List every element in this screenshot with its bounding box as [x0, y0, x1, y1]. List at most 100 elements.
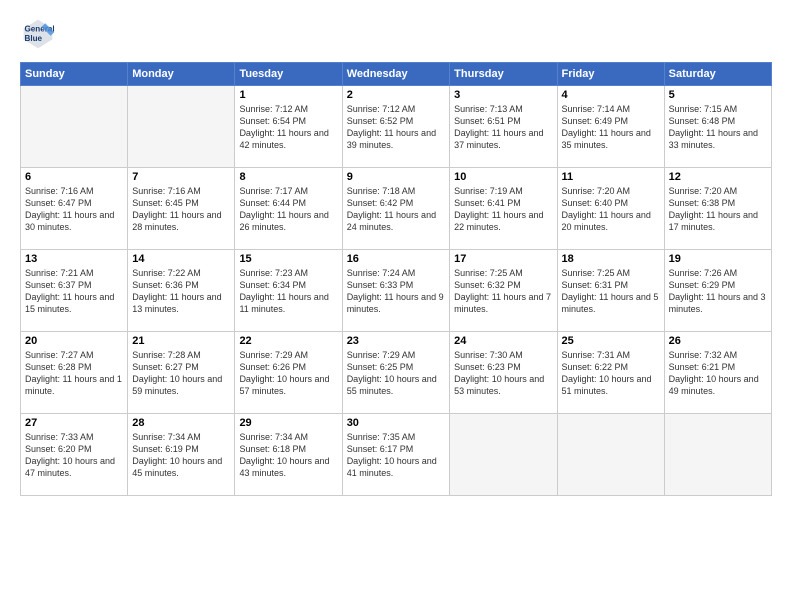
weekday-thursday: Thursday — [450, 63, 557, 86]
day-info: Sunrise: 7:17 AMSunset: 6:44 PMDaylight:… — [239, 185, 337, 234]
calendar-cell: 9 Sunrise: 7:18 AMSunset: 6:42 PMDaylight… — [342, 168, 449, 250]
day-number: 7 — [132, 171, 230, 183]
calendar-cell: 10 Sunrise: 7:19 AMSunset: 6:41 PMDayligh… — [450, 168, 557, 250]
weekday-saturday: Saturday — [664, 63, 771, 86]
day-number: 18 — [562, 253, 660, 265]
day-info: Sunrise: 7:30 AMSunset: 6:23 PMDaylight:… — [454, 349, 552, 398]
weekday-friday: Friday — [557, 63, 664, 86]
day-info: Sunrise: 7:29 AMSunset: 6:26 PMDaylight:… — [239, 349, 337, 398]
day-number: 29 — [239, 417, 337, 429]
weekday-sunday: Sunday — [21, 63, 128, 86]
day-info: Sunrise: 7:34 AMSunset: 6:19 PMDaylight:… — [132, 431, 230, 480]
calendar-cell: 29 Sunrise: 7:34 AMSunset: 6:18 PMDayligh… — [235, 414, 342, 496]
day-info: Sunrise: 7:28 AMSunset: 6:27 PMDaylight:… — [132, 349, 230, 398]
calendar-cell: 15Sunrise: 7:23 AMSunset: 6:34 PMDayligh… — [235, 250, 342, 332]
day-number: 19 — [669, 253, 767, 265]
calendar-table: SundayMondayTuesdayWednesdayThursdayFrid… — [20, 62, 772, 496]
day-info: Sunrise: 7:20 AMSunset: 6:40 PMDaylight:… — [562, 185, 660, 234]
calendar-cell: 24Sunrise: 7:30 AMSunset: 6:23 PMDayligh… — [450, 332, 557, 414]
calendar-cell — [128, 86, 235, 168]
day-info: Sunrise: 7:12 AMSunset: 6:52 PMDaylight:… — [347, 103, 445, 152]
svg-text:Blue: Blue — [25, 34, 43, 43]
day-number: 16 — [347, 253, 445, 265]
day-number: 13 — [25, 253, 123, 265]
day-number: 9 — [347, 171, 445, 183]
day-number: 2 — [347, 89, 445, 101]
calendar-cell: 21 Sunrise: 7:28 AMSunset: 6:27 PMDayligh… — [128, 332, 235, 414]
day-number: 21 — [132, 335, 230, 347]
calendar-cell: 17 Sunrise: 7:25 AMSunset: 6:32 PMDayligh… — [450, 250, 557, 332]
calendar-cell: 26 Sunrise: 7:32 AMSunset: 6:21 PMDayligh… — [664, 332, 771, 414]
week-row-3: 13 Sunrise: 7:21 AMSunset: 6:37 PMDayligh… — [21, 250, 772, 332]
day-info: Sunrise: 7:18 AMSunset: 6:42 PMDaylight:… — [347, 185, 445, 234]
logo-icon: General Blue — [20, 16, 56, 52]
calendar-cell: 6Sunrise: 7:16 AMSunset: 6:47 PMDaylight… — [21, 168, 128, 250]
calendar-cell: 5 Sunrise: 7:15 AMSunset: 6:48 PMDaylight… — [664, 86, 771, 168]
day-info: Sunrise: 7:34 AMSunset: 6:18 PMDaylight:… — [239, 431, 337, 480]
calendar-cell: 7 Sunrise: 7:16 AMSunset: 6:45 PMDaylight… — [128, 168, 235, 250]
week-row-1: 1 Sunrise: 7:12 AMSunset: 6:54 PMDaylight… — [21, 86, 772, 168]
day-number: 6 — [25, 171, 123, 183]
day-number: 8 — [239, 171, 337, 183]
day-info: Sunrise: 7:14 AMSunset: 6:49 PMDaylight:… — [562, 103, 660, 152]
day-number: 28 — [132, 417, 230, 429]
day-number: 17 — [454, 253, 552, 265]
calendar-cell: 13 Sunrise: 7:21 AMSunset: 6:37 PMDayligh… — [21, 250, 128, 332]
day-info: Sunrise: 7:25 AMSunset: 6:32 PMDaylight:… — [454, 267, 552, 316]
day-number: 15 — [239, 253, 337, 265]
calendar-cell — [557, 414, 664, 496]
day-number: 3 — [454, 89, 552, 101]
calendar-cell: 27 Sunrise: 7:33 AMSunset: 6:20 PMDayligh… — [21, 414, 128, 496]
weekday-tuesday: Tuesday — [235, 63, 342, 86]
calendar-cell: 20Sunrise: 7:27 AMSunset: 6:28 PMDayligh… — [21, 332, 128, 414]
logo: General Blue — [20, 16, 60, 52]
calendar-cell: 30Sunrise: 7:35 AMSunset: 6:17 PMDayligh… — [342, 414, 449, 496]
calendar-cell: 18Sunrise: 7:25 AMSunset: 6:31 PMDayligh… — [557, 250, 664, 332]
calendar-cell: 14 Sunrise: 7:22 AMSunset: 6:36 PMDayligh… — [128, 250, 235, 332]
day-number: 27 — [25, 417, 123, 429]
calendar-cell: 16 Sunrise: 7:24 AMSunset: 6:33 PMDayligh… — [342, 250, 449, 332]
day-info: Sunrise: 7:15 AMSunset: 6:48 PMDaylight:… — [669, 103, 767, 152]
day-info: Sunrise: 7:21 AMSunset: 6:37 PMDaylight:… — [25, 267, 123, 316]
day-number: 1 — [239, 89, 337, 101]
day-number: 26 — [669, 335, 767, 347]
day-info: Sunrise: 7:24 AMSunset: 6:33 PMDaylight:… — [347, 267, 445, 316]
calendar-cell — [664, 414, 771, 496]
week-row-5: 27 Sunrise: 7:33 AMSunset: 6:20 PMDayligh… — [21, 414, 772, 496]
calendar-cell: 4 Sunrise: 7:14 AMSunset: 6:49 PMDaylight… — [557, 86, 664, 168]
weekday-wednesday: Wednesday — [342, 63, 449, 86]
calendar-cell — [450, 414, 557, 496]
calendar-cell: 8 Sunrise: 7:17 AMSunset: 6:44 PMDaylight… — [235, 168, 342, 250]
week-row-2: 6Sunrise: 7:16 AMSunset: 6:47 PMDaylight… — [21, 168, 772, 250]
day-info: Sunrise: 7:32 AMSunset: 6:21 PMDaylight:… — [669, 349, 767, 398]
weekday-header-row: SundayMondayTuesdayWednesdayThursdayFrid… — [21, 63, 772, 86]
day-info: Sunrise: 7:22 AMSunset: 6:36 PMDaylight:… — [132, 267, 230, 316]
calendar-cell — [21, 86, 128, 168]
calendar-cell: 19 Sunrise: 7:26 AMSunset: 6:29 PMDayligh… — [664, 250, 771, 332]
day-number: 12 — [669, 171, 767, 183]
day-info: Sunrise: 7:13 AMSunset: 6:51 PMDaylight:… — [454, 103, 552, 152]
calendar-cell: 3 Sunrise: 7:13 AMSunset: 6:51 PMDaylight… — [450, 86, 557, 168]
calendar-cell: 23Sunrise: 7:29 AMSunset: 6:25 PMDayligh… — [342, 332, 449, 414]
day-number: 10 — [454, 171, 552, 183]
day-number: 22 — [239, 335, 337, 347]
page: General Blue SundayMondayTuesdayWednesda… — [0, 0, 792, 612]
weekday-monday: Monday — [128, 63, 235, 86]
day-info: Sunrise: 7:16 AMSunset: 6:45 PMDaylight:… — [132, 185, 230, 234]
day-number: 11 — [562, 171, 660, 183]
day-number: 4 — [562, 89, 660, 101]
day-info: Sunrise: 7:19 AMSunset: 6:41 PMDaylight:… — [454, 185, 552, 234]
day-info: Sunrise: 7:26 AMSunset: 6:29 PMDaylight:… — [669, 267, 767, 316]
day-number: 5 — [669, 89, 767, 101]
day-info: Sunrise: 7:12 AMSunset: 6:54 PMDaylight:… — [239, 103, 337, 152]
day-info: Sunrise: 7:31 AMSunset: 6:22 PMDaylight:… — [562, 349, 660, 398]
header: General Blue — [20, 16, 772, 52]
calendar-cell: 11 Sunrise: 7:20 AMSunset: 6:40 PMDayligh… — [557, 168, 664, 250]
calendar-cell: 25 Sunrise: 7:31 AMSunset: 6:22 PMDayligh… — [557, 332, 664, 414]
day-number: 30 — [347, 417, 445, 429]
day-number: 14 — [132, 253, 230, 265]
day-info: Sunrise: 7:29 AMSunset: 6:25 PMDaylight:… — [347, 349, 445, 398]
day-number: 25 — [562, 335, 660, 347]
week-row-4: 20Sunrise: 7:27 AMSunset: 6:28 PMDayligh… — [21, 332, 772, 414]
day-info: Sunrise: 7:33 AMSunset: 6:20 PMDaylight:… — [25, 431, 123, 480]
